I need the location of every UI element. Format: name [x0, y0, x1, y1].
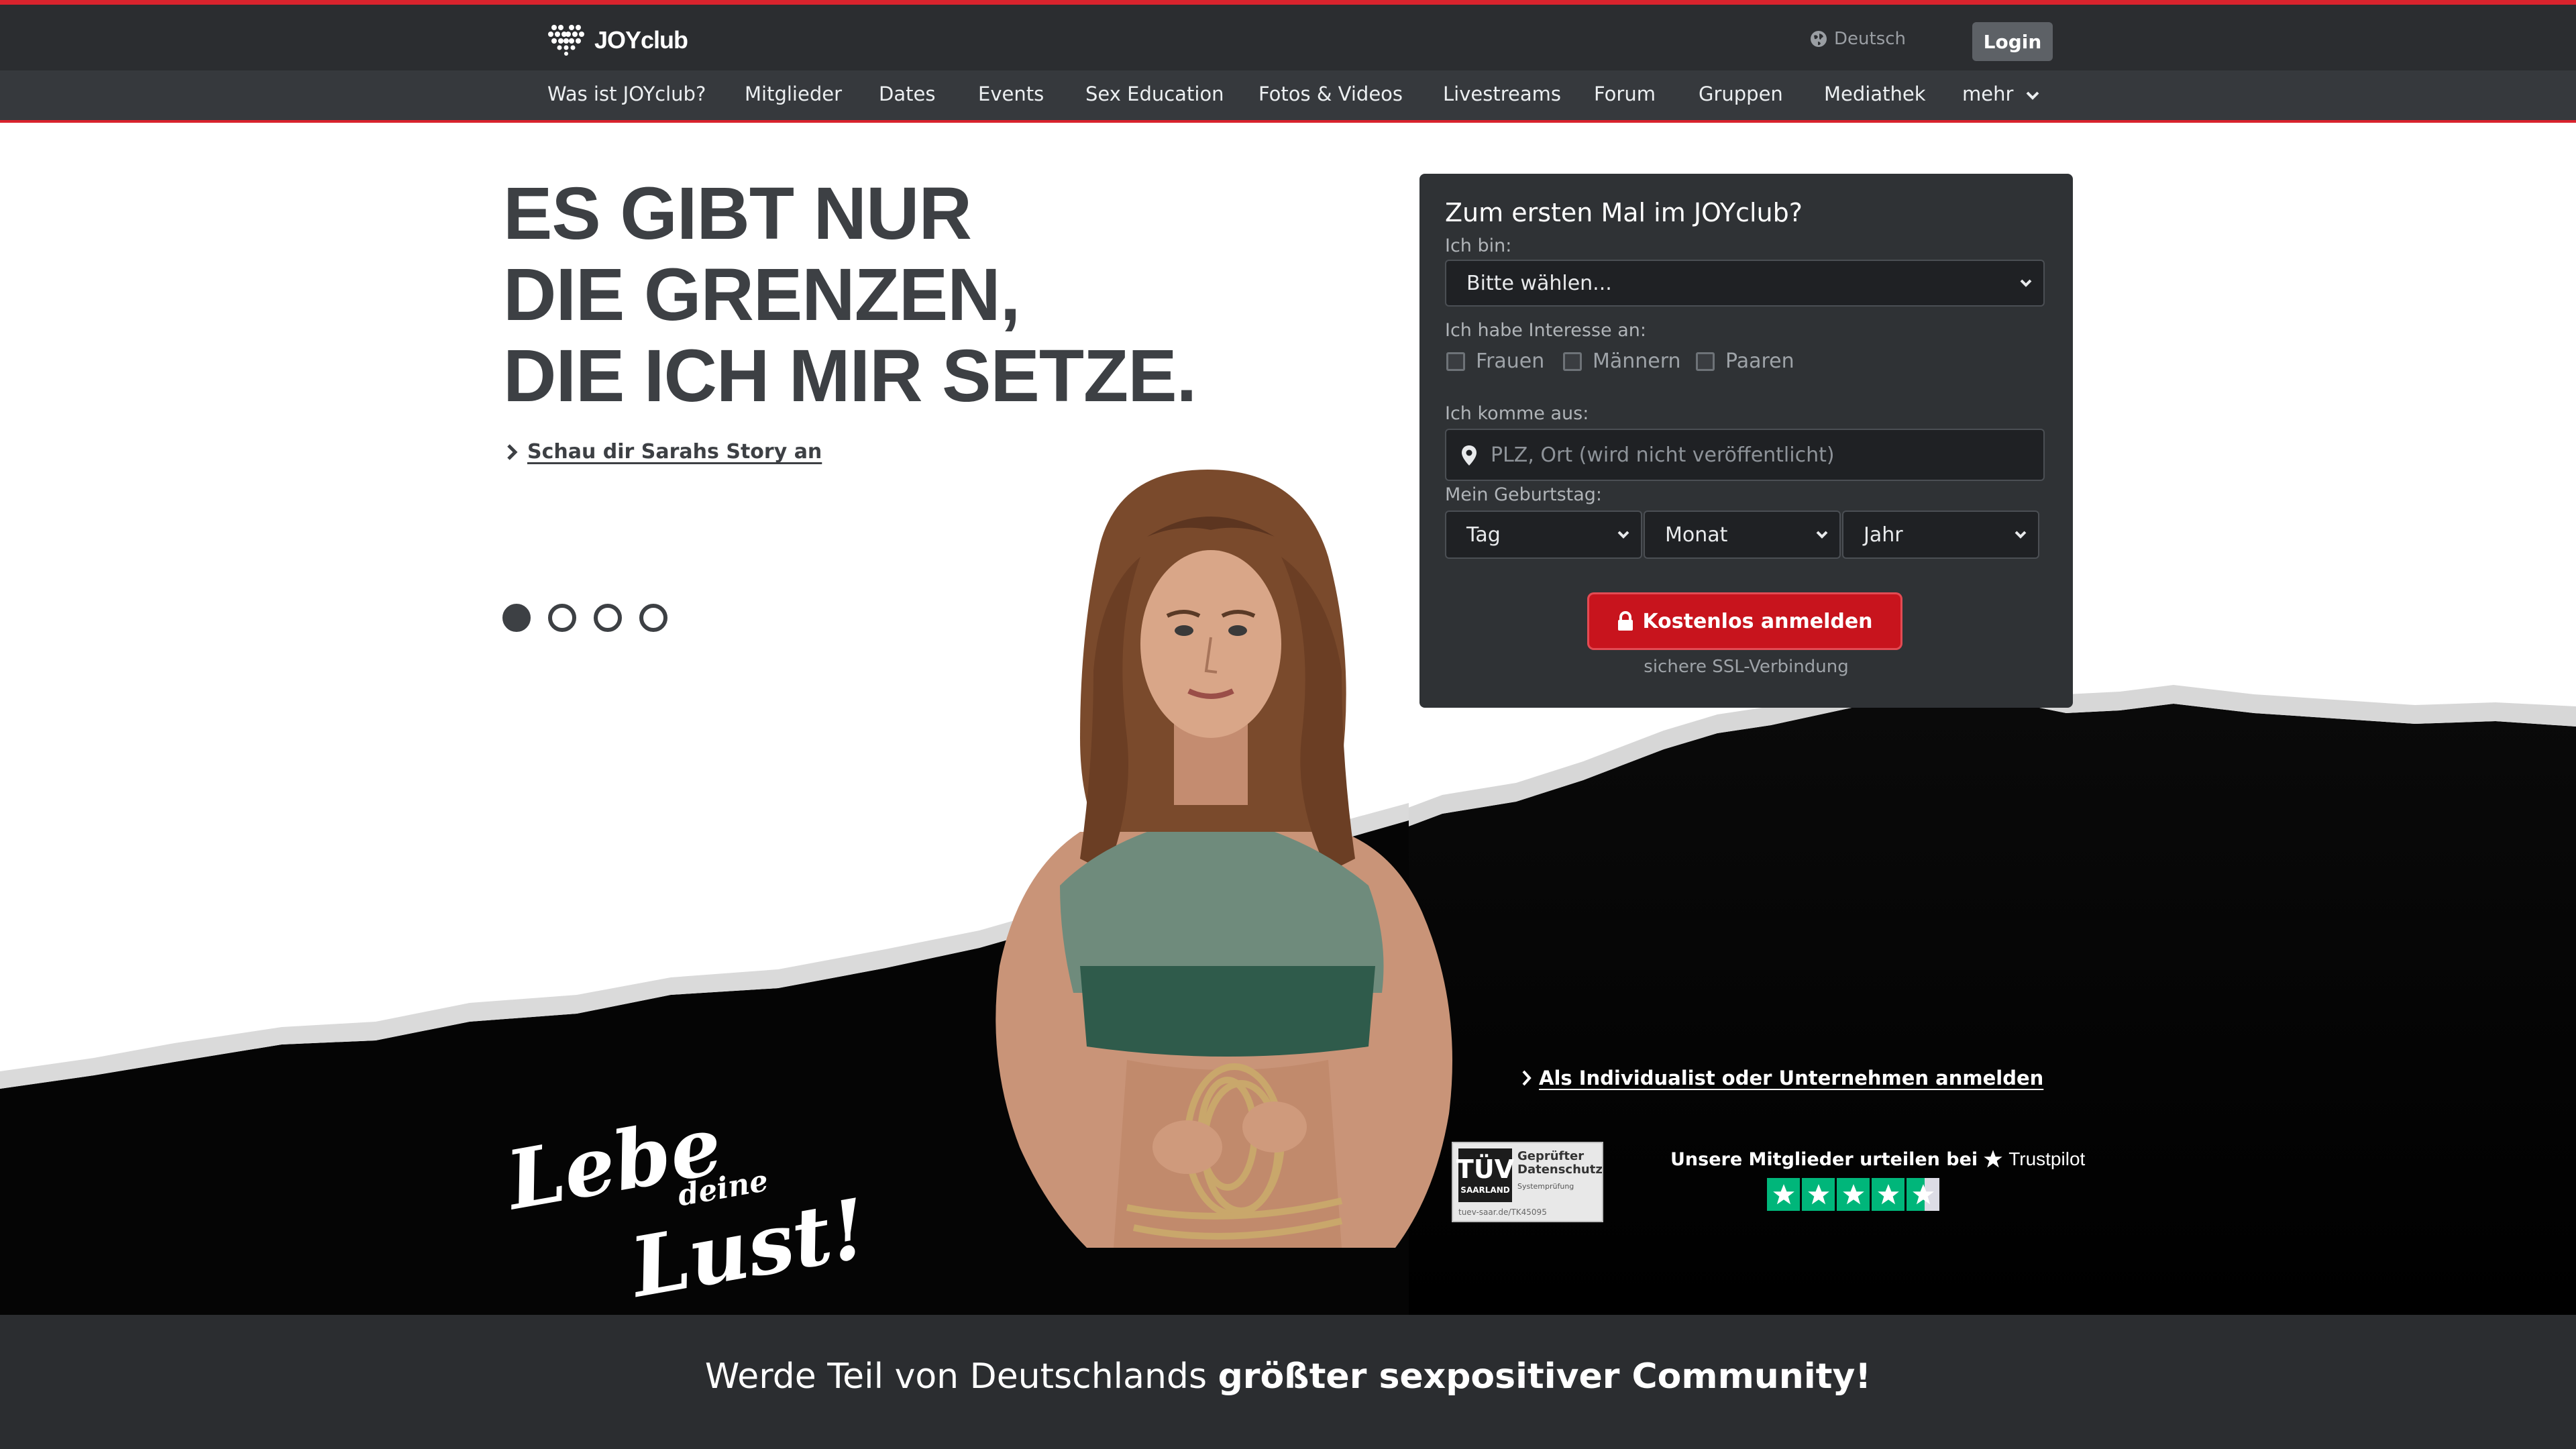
nav-item-forum[interactable]: Forum — [1594, 83, 1656, 105]
nav-item-mitglieder[interactable]: Mitglieder — [745, 83, 842, 105]
nav-mehr-label: mehr — [1962, 83, 2014, 105]
chevron-right-icon — [1522, 1070, 1532, 1086]
main-navigation: Was ist JOYclub? Mitglieder Dates Events… — [0, 70, 2576, 123]
business-signup-link[interactable]: Als Individualist oder Unternehmen anmel… — [1521, 1067, 2043, 1089]
registration-title: Zum ersten Mal im JOYclub? — [1445, 198, 1803, 227]
carousel-dot-2[interactable] — [548, 604, 576, 632]
birthday-month-select[interactable]: Monat — [1644, 511, 1841, 559]
tuv-badge[interactable]: TÜV SAARLAND Geprüfter Datenschutz Syste… — [1452, 1142, 1603, 1222]
language-selector[interactable]: Deutsch — [1810, 29, 1906, 49]
year-select-value: Jahr — [1864, 523, 1903, 547]
headline-line-1: ES GIBT NUR — [503, 172, 972, 255]
tuv-title: Geprüfter Datenschutz — [1517, 1149, 1603, 1177]
joyclub-logo[interactable]: JOYclub — [547, 23, 688, 57]
carousel-dot-3[interactable] — [594, 604, 622, 632]
chevron-down-icon — [2020, 279, 2032, 287]
gender-select[interactable]: Bitte wählen... — [1445, 260, 2045, 307]
gender-select-value: Bitte wählen... — [1466, 271, 1612, 295]
checkbox-frauen-label: Frauen — [1476, 350, 1545, 373]
story-link-label: Schau dir Sarahs Story an — [527, 440, 822, 464]
chevron-down-icon — [2015, 531, 2027, 539]
community-banner: Werde Teil von Deutschlands größter sexp… — [0, 1315, 2576, 1449]
nav-item-gruppen[interactable]: Gruppen — [1699, 83, 1783, 105]
checkbox-box — [1696, 352, 1715, 371]
story-link[interactable]: Schau dir Sarahs Story an — [506, 440, 822, 464]
rating-star-icon — [1767, 1178, 1800, 1211]
birthday-label: Mein Geburtstag: — [1445, 484, 1603, 505]
headline-line-2: DIE GRENZEN, — [503, 254, 1020, 336]
trustpilot-prefix: Unsere Mitglieder urteilen bei — [1670, 1148, 1978, 1170]
logo-text: JOYclub — [594, 26, 688, 54]
trustpilot-text[interactable]: Unsere Mitglieder urteilen bei Trustpilo… — [1670, 1148, 2085, 1170]
registration-panel: Zum ersten Mal im JOYclub? Ich bin: Bitt… — [1419, 174, 2073, 708]
checkbox-maennern[interactable]: Männern — [1563, 350, 1681, 373]
tuv-subtitle: Systemprüfung — [1517, 1182, 1574, 1191]
tuv-logo: TÜV SAARLAND — [1456, 1148, 1515, 1202]
rating-star-icon — [1872, 1178, 1904, 1211]
headline-line-3: DIE ICH MIR SETZE. — [503, 335, 1197, 417]
tuv-mark-text: TÜV — [1456, 1155, 1515, 1184]
globe-icon — [1811, 31, 1827, 47]
community-banner-text: Werde Teil von Deutschlands größter sexp… — [0, 1356, 2576, 1397]
tuv-url: tuev-saar.de/TK45095 — [1458, 1208, 1547, 1217]
business-signup-label: Als Individualist oder Unternehmen anmel… — [1539, 1067, 2044, 1089]
nav-item-dates[interactable]: Dates — [879, 83, 935, 105]
nav-item-mediathek[interactable]: Mediathek — [1824, 83, 1926, 105]
rating-star-icon — [1802, 1178, 1835, 1211]
rating-star-icon — [1837, 1178, 1870, 1211]
nav-item-livestreams[interactable]: Livestreams — [1443, 83, 1561, 105]
checkbox-box — [1446, 352, 1465, 371]
birthday-day-select[interactable]: Tag — [1445, 511, 1642, 559]
ssl-note: sichere SSL-Verbindung — [1644, 657, 1849, 677]
carousel-dot-1[interactable] — [502, 604, 531, 632]
from-label: Ich komme aus: — [1445, 403, 1589, 424]
register-submit-label: Kostenlos anmelden — [1642, 609, 1873, 633]
chevron-right-icon — [507, 443, 518, 460]
trustpilot-rating — [1767, 1178, 1939, 1211]
checkbox-paaren-label: Paaren — [1725, 350, 1794, 373]
heart-logo-icon — [548, 25, 584, 56]
chevron-down-icon — [1816, 531, 1828, 539]
lock-icon — [1618, 611, 1633, 631]
login-button[interactable]: Login — [1972, 22, 2053, 61]
iam-label: Ich bin: — [1445, 235, 1512, 256]
chevron-down-icon — [2026, 91, 2039, 100]
tuv-region: SAARLAND — [1460, 1185, 1510, 1195]
nav-item-fotos-videos[interactable]: Fotos & Videos — [1258, 83, 1403, 105]
hero-headline: ES GIBT NUR DIE GRENZEN, DIE ICH MIR SET… — [503, 172, 1197, 417]
rating-half-star-icon — [1907, 1178, 1939, 1211]
checkbox-paaren[interactable]: Paaren — [1696, 350, 1794, 373]
carousel-dot-4[interactable] — [639, 604, 667, 632]
carousel-dots — [502, 604, 667, 632]
location-input[interactable]: PLZ, Ort (wird nicht veröffentlicht) — [1445, 429, 2045, 481]
banner-text-bold: größter sexpositiver Community! — [1218, 1356, 1872, 1397]
nav-item-mehr[interactable]: mehr — [1962, 83, 2040, 105]
register-submit-button[interactable]: Kostenlos anmelden — [1587, 592, 1902, 650]
language-label: Deutsch — [1834, 29, 1907, 49]
chevron-down-icon — [1617, 531, 1629, 539]
birthday-year-select[interactable]: Jahr — [1842, 511, 2039, 559]
nav-item-events[interactable]: Events — [978, 83, 1044, 105]
interest-label: Ich habe Interesse an: — [1445, 320, 1646, 341]
day-select-value: Tag — [1466, 523, 1501, 547]
banner-text-regular: Werde Teil von Deutschlands — [704, 1356, 1218, 1397]
nav-item-was-ist-joyclub[interactable]: Was ist JOYclub? — [547, 83, 706, 105]
top-header: JOYclub Deutsch Login — [0, 0, 2576, 70]
nav-item-sex-education[interactable]: Sex Education — [1085, 83, 1224, 105]
checkbox-box — [1563, 352, 1582, 371]
month-select-value: Monat — [1665, 523, 1728, 547]
checkbox-frauen[interactable]: Frauen — [1446, 350, 1544, 373]
location-placeholder: PLZ, Ort (wird nicht veröffentlicht) — [1491, 443, 1835, 467]
trustpilot-star-icon — [1984, 1150, 2002, 1168]
checkbox-maennern-label: Männern — [1593, 350, 1681, 373]
map-pin-icon — [1462, 445, 1477, 466]
trustpilot-brand: Trustpilot — [2008, 1148, 2086, 1169]
